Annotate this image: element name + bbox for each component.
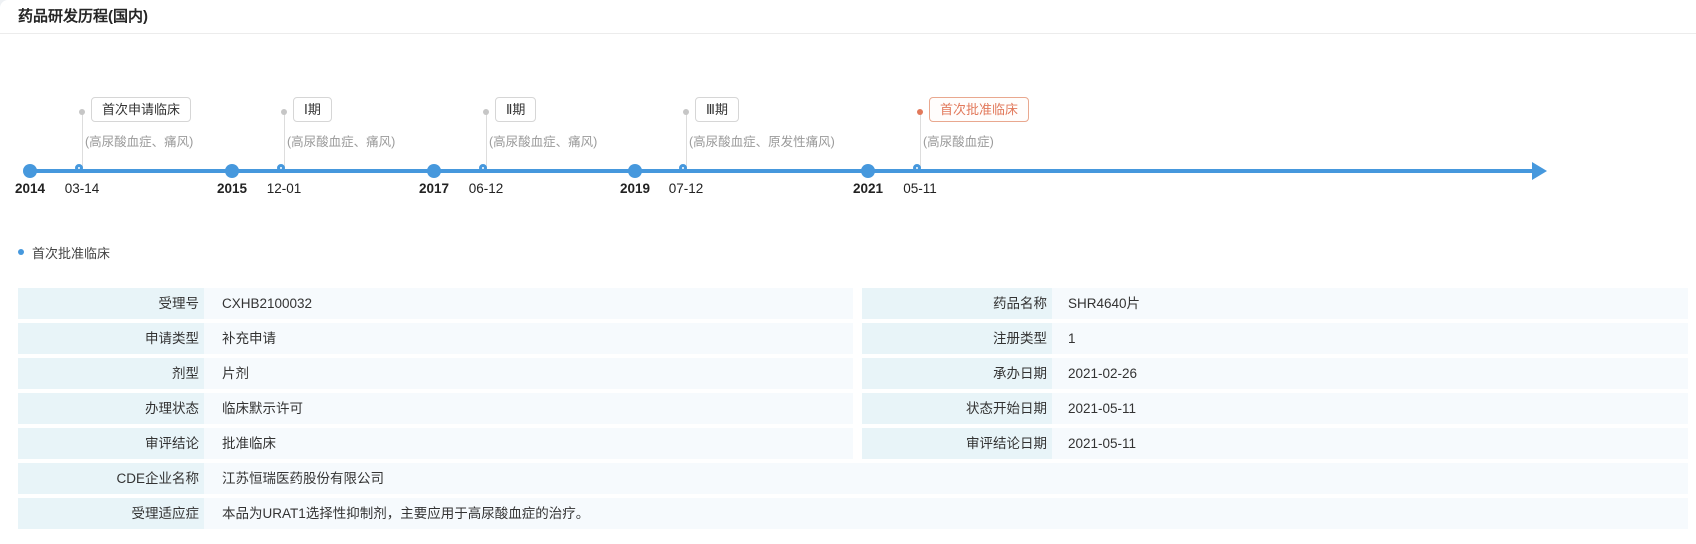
row-label-right: 承办日期: [862, 358, 1052, 389]
milestone-indication-label: (高尿酸血症、原发性痛风): [689, 135, 835, 149]
detail-table: 受理号 CXHB2100032 药品名称 SHR4640片 申请类型 补充申请 …: [18, 288, 1688, 529]
timeline-year-label: 2017: [418, 181, 450, 196]
selected-event-label: 首次批准临床: [32, 245, 111, 261]
timeline-year-dot-icon: [225, 164, 239, 178]
timeline-event-dot[interactable]: [75, 164, 83, 172]
timeline-date-label: 12-01: [266, 181, 302, 196]
milestone-label-button[interactable]: 首次批准临床: [929, 97, 1030, 122]
timeline-date-label: 03-14: [64, 181, 100, 196]
row-value-right: 2021-05-11: [1052, 428, 1688, 459]
milestone-indication-label: (高尿酸血症、痛风): [489, 135, 598, 149]
timeline-event-dot[interactable]: [913, 164, 921, 172]
bullet-dot-icon: [18, 249, 24, 255]
timeline-arrow-icon: [1532, 162, 1547, 180]
row-value-left: 临床默示许可: [204, 393, 853, 424]
row-label-right: 药品名称: [862, 288, 1052, 319]
row-label: 受理适应症: [18, 498, 204, 529]
table-row: CDE企业名称 江苏恒瑞医药股份有限公司: [18, 463, 1688, 494]
milestone-indication-label: (高尿酸血症): [923, 135, 994, 149]
timeline-year-dot-icon: [628, 164, 642, 178]
timeline-year-dot-icon: [861, 164, 875, 178]
timeline-year-label: 2021: [852, 181, 884, 196]
table-row: 受理适应症 本品为URAT1选择性抑制剂，主要应用于高尿酸血症的治疗。: [18, 498, 1688, 529]
milestone-stem-line: [486, 112, 487, 169]
page-title: 药品研发历程(国内): [18, 8, 148, 25]
timeline-year-label: 2019: [619, 181, 651, 196]
row-label-left: 受理号: [18, 288, 204, 319]
row-value-left: 批准临床: [204, 428, 853, 459]
milestone-indication-label: (高尿酸血症、痛风): [287, 135, 396, 149]
milestone-indication-label: (高尿酸血症、痛风): [85, 135, 194, 149]
row-value-right: 2021-02-26: [1052, 358, 1688, 389]
row-label-left: 剂型: [18, 358, 204, 389]
row-label-left: 审评结论: [18, 428, 204, 459]
timeline-date-label: 06-12: [468, 181, 504, 196]
card-header: 药品研发历程(国内): [0, 0, 1696, 34]
milestone-stem-line: [686, 112, 687, 169]
row-value: 本品为URAT1选择性抑制剂，主要应用于高尿酸血症的治疗。: [204, 498, 1688, 529]
row-value-left: CXHB2100032: [204, 288, 853, 319]
milestone-label-button[interactable]: Ⅱ期: [495, 97, 537, 122]
row-label-left: 申请类型: [18, 323, 204, 354]
timeline-event-dot[interactable]: [479, 164, 487, 172]
row-value-left: 补充申请: [204, 323, 853, 354]
milestone-stem-line: [920, 112, 921, 169]
milestone-label-button[interactable]: Ⅰ期: [293, 97, 332, 122]
row-value-right: 1: [1052, 323, 1688, 354]
timeline-event-dot[interactable]: [679, 164, 687, 172]
row-label-right: 状态开始日期: [862, 393, 1052, 424]
table-row: 受理号 CXHB2100032 药品名称 SHR4640片: [18, 288, 1688, 319]
row-value-right: SHR4640片: [1052, 288, 1688, 319]
row-value: 江苏恒瑞医药股份有限公司: [204, 463, 1688, 494]
row-value-left: 片剂: [204, 358, 853, 389]
timeline-year-dot-icon: [427, 164, 441, 178]
row-value-right: 2021-05-11: [1052, 393, 1688, 424]
milestone-stem-dot-icon: [917, 109, 923, 115]
milestone-stem-line: [284, 112, 285, 169]
milestone-stem-dot-icon: [79, 109, 85, 115]
milestone-label-button[interactable]: Ⅲ期: [695, 97, 739, 122]
row-label-right: 注册类型: [862, 323, 1052, 354]
row-label-left: 办理状态: [18, 393, 204, 424]
milestone-stem-dot-icon: [683, 109, 689, 115]
timeline-axis-line: [24, 169, 1534, 173]
timeline-year-label: 2015: [216, 181, 248, 196]
table-row: 剂型 片剂 承办日期 2021-02-26: [18, 358, 1688, 389]
drug-rd-history-card: 药品研发历程(国内) 2014 首次申请临床 (高尿酸血症、痛风) 03-14 …: [0, 0, 1696, 544]
timeline-year-label: 2014: [14, 181, 46, 196]
timeline: 2014 首次申请临床 (高尿酸血症、痛风) 03-14 2015 Ⅰ期 (高尿…: [0, 60, 1696, 230]
timeline-date-label: 05-11: [903, 181, 937, 196]
timeline-year-dot-icon: [23, 164, 37, 178]
selected-event-row: 首次批准临床: [18, 243, 1696, 261]
milestone-stem-line: [82, 112, 83, 169]
milestone-label-button[interactable]: 首次申请临床: [91, 97, 192, 122]
row-label-right: 审评结论日期: [862, 428, 1052, 459]
table-row: 申请类型 补充申请 注册类型 1: [18, 323, 1688, 354]
milestone-stem-dot-icon: [483, 109, 489, 115]
timeline-date-label: 07-12: [668, 181, 704, 196]
milestone-stem-dot-icon: [281, 109, 287, 115]
table-row: 办理状态 临床默示许可 状态开始日期 2021-05-11: [18, 393, 1688, 424]
row-label: CDE企业名称: [18, 463, 204, 494]
table-row: 审评结论 批准临床 审评结论日期 2021-05-11: [18, 428, 1688, 459]
timeline-event-dot[interactable]: [277, 164, 285, 172]
